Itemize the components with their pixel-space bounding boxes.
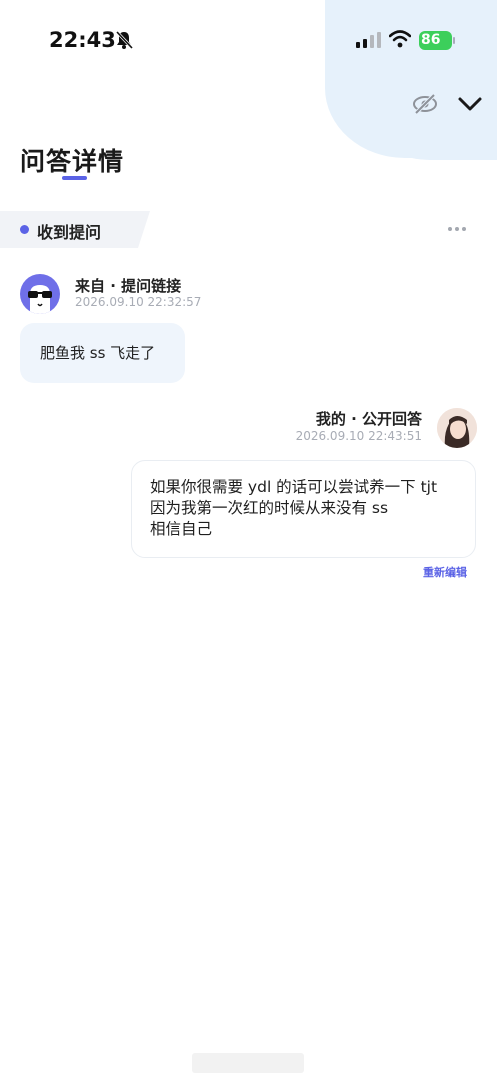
battery-indicator: 86 (419, 31, 455, 50)
answer-timestamp: 2026.09.10 22:43:51 (295, 429, 422, 443)
battery-level: 86 (421, 32, 441, 48)
question-timestamp: 2026.09.10 22:32:57 (75, 295, 202, 309)
answer-line: 相信自己 (150, 520, 213, 538)
answer-source: 我的 · 公开回答 (315, 410, 422, 428)
more-icon[interactable] (447, 226, 467, 232)
asker-avatar[interactable] (20, 274, 60, 314)
chevron-down-icon[interactable] (457, 94, 483, 114)
status-time: 22:43 (49, 28, 116, 52)
answer-line: 如果你很需要 ydl 的话可以尝试养一下 tjt (150, 478, 438, 496)
wifi-icon (389, 30, 411, 48)
title-underline (62, 176, 87, 180)
tag-dot (20, 225, 29, 234)
eye-off-icon[interactable] (412, 91, 438, 117)
question-bubble: 肥鱼我 ss 飞走了 (20, 323, 185, 383)
bell-muted-icon (115, 30, 134, 50)
home-indicator[interactable] (192, 1053, 304, 1073)
section-label: 收到提问 (37, 223, 102, 242)
reedit-link[interactable]: 重新编辑 (423, 564, 467, 580)
page-title: 问答详情 (20, 147, 125, 176)
my-avatar[interactable] (437, 408, 477, 448)
cellular-signal-icon (356, 32, 381, 48)
answer-bubble: 如果你很需要 ydl 的话可以尝试养一下 tjt 因为我第一次红的时候从来没有 … (131, 460, 476, 558)
asker-source: 来自 · 提问链接 (75, 277, 182, 295)
answer-line: 因为我第一次红的时候从来没有 ss (150, 499, 389, 517)
